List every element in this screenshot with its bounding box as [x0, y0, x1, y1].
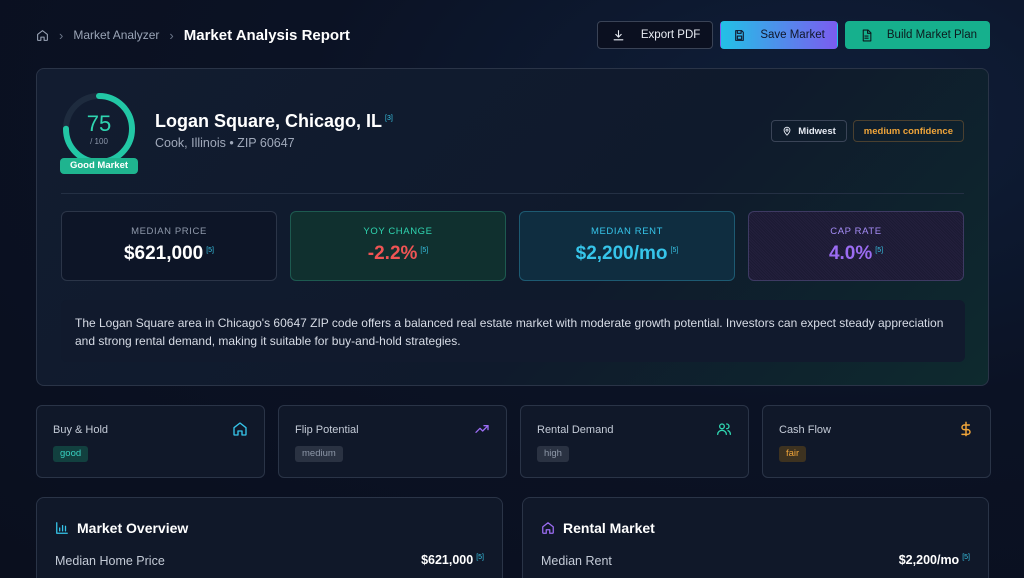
- export-pdf-label: Export PDF: [640, 29, 701, 41]
- rental-market-panel: Rental Market Median Rent $2,200/mo [5]: [522, 497, 989, 578]
- key-metrics: MEDIAN PRICE $621,000 [5] YOY CHANGE -2.2…: [61, 211, 964, 281]
- home-icon: [542, 522, 554, 534]
- location-title: Logan Square, Chicago, IL [3]: [155, 111, 393, 131]
- median-home-price-value: $621,000 [5]: [421, 553, 484, 567]
- rental-market-title: Rental Market: [541, 520, 655, 536]
- market-overview-title: Market Overview: [55, 520, 188, 536]
- export-pdf-button[interactable]: Export PDF: [596, 21, 714, 49]
- strategy-card-buy-hold[interactable]: Buy & Hold good: [36, 405, 265, 478]
- divider: [61, 193, 964, 194]
- home-icon[interactable]: [36, 29, 49, 42]
- build-market-plan-label: Build Market Plan: [886, 29, 977, 41]
- strategy-card-cash-flow[interactable]: Cash Flow fair: [762, 405, 991, 478]
- metric-cap-rate: CAP RATE 4.0% [5]: [748, 211, 964, 281]
- region-tag: Midwest: [771, 120, 847, 142]
- median-rent-label: Median Rent: [541, 554, 612, 568]
- citation-ref[interactable]: [5]: [671, 247, 679, 254]
- metric-median-rent: MEDIAN RENT $2,200/mo [5]: [519, 211, 735, 281]
- dollar-icon: [958, 421, 974, 442]
- metric-median-price: MEDIAN PRICE $621,000 [5]: [61, 211, 277, 281]
- breadcrumb-parent[interactable]: Market Analyzer: [73, 28, 159, 42]
- median-home-price-label: Median Home Price: [55, 554, 165, 568]
- strategy-cards: Buy & Hold good Flip Potential medium Re…: [36, 405, 991, 478]
- market-score-value: 75: [86, 111, 112, 136]
- build-market-plan-button[interactable]: Build Market Plan: [844, 21, 990, 49]
- home-icon: [232, 421, 248, 442]
- location-subtitle: Cook, Illinois • ZIP 60647: [155, 136, 295, 150]
- document-icon: [862, 29, 872, 41]
- breadcrumb: › Market Analyzer › Market Analysis Repo…: [36, 27, 350, 44]
- citation-ref[interactable]: [5]: [962, 554, 970, 561]
- market-score-label: Good Market: [60, 158, 138, 174]
- chevron-right-icon: ›: [169, 27, 174, 43]
- save-icon: [735, 29, 745, 41]
- trending-up-icon: [474, 421, 490, 442]
- market-tags: Midwest medium confidence: [771, 120, 964, 142]
- save-market-button[interactable]: Save Market: [720, 21, 838, 49]
- header-actions: Export PDF Save Market Build Market Plan: [596, 21, 990, 49]
- chevron-right-icon: ›: [59, 27, 64, 43]
- citation-ref[interactable]: [5]: [476, 554, 484, 561]
- market-summary-card: 75 / 100 Good Market Logan Square, Chica…: [36, 68, 989, 386]
- map-pin-icon: [783, 126, 791, 136]
- metric-yoy-change: YOY CHANGE -2.2% [5]: [290, 211, 506, 281]
- top-bar: › Market Analyzer › Market Analysis Repo…: [36, 20, 990, 50]
- market-score-gauge: 75 / 100: [61, 91, 137, 167]
- confidence-tag: medium confidence: [852, 120, 964, 142]
- rating-badge: good: [53, 446, 89, 462]
- rating-badge: fair: [779, 446, 807, 462]
- bar-chart-icon: [56, 522, 68, 534]
- users-icon: [716, 421, 732, 442]
- strategy-card-flip-potential[interactable]: Flip Potential medium: [278, 405, 507, 478]
- market-overview-panel: Market Overview Median Home Price $621,0…: [36, 497, 503, 578]
- page-title: Market Analysis Report: [183, 26, 350, 44]
- median-rent-value: $2,200/mo [5]: [898, 553, 970, 567]
- rating-badge: high: [537, 446, 569, 462]
- citation-ref[interactable]: [3]: [385, 115, 393, 122]
- rating-badge: medium: [295, 446, 343, 462]
- strategy-card-rental-demand[interactable]: Rental Demand high: [520, 405, 749, 478]
- citation-ref[interactable]: [5]: [420, 247, 428, 254]
- market-summary-text: The Logan Square area in Chicago's 60647…: [61, 300, 965, 362]
- download-icon: [613, 29, 624, 40]
- citation-ref[interactable]: [5]: [875, 247, 883, 254]
- market-score-max: / 100: [90, 137, 108, 146]
- save-market-label: Save Market: [760, 29, 825, 41]
- citation-ref[interactable]: [5]: [206, 247, 214, 254]
